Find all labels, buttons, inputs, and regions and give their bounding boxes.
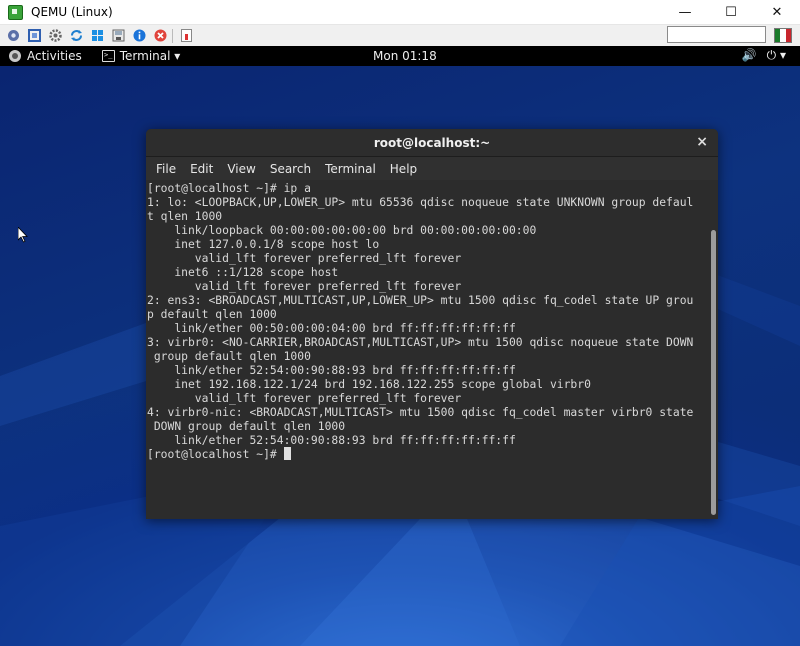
terminal-output[interactable]: [root@localhost ~]# ip a 1: lo: <LOOPBAC… <box>147 181 709 461</box>
terminal-line: valid_lft forever preferred_lft forever <box>147 279 462 293</box>
terminal-scrollbar[interactable] <box>711 230 716 515</box>
activities-icon <box>9 50 21 62</box>
refresh-icon[interactable] <box>68 28 84 44</box>
terminal-line: link/ether 00:50:00:00:04:00 brd ff:ff:f… <box>147 321 516 335</box>
maximize-button[interactable]: ☐ <box>708 0 754 24</box>
terminal-title: root@localhost:~ <box>373 135 491 150</box>
terminal-window[interactable]: root@localhost:~ × File Edit View Search… <box>146 129 718 519</box>
terminal-header[interactable]: root@localhost:~ × <box>146 129 718 157</box>
terminal-prompt: [root@localhost ~]# <box>147 447 284 461</box>
menu-file[interactable]: File <box>152 162 180 176</box>
app-menu-label: Terminal ▾ <box>119 49 181 63</box>
activities-button[interactable]: Activities <box>9 49 82 63</box>
system-tray[interactable]: 🔊 ⏻ ▾ <box>742 48 786 63</box>
menu-help[interactable]: Help <box>386 162 421 176</box>
terminal-line: link/loopback 00:00:00:00:00:00 brd 00:0… <box>147 223 537 237</box>
activities-label: Activities <box>27 49 82 63</box>
minimize-button[interactable]: — <box>662 0 708 24</box>
gear-icon[interactable] <box>47 28 63 44</box>
info-icon[interactable] <box>131 28 147 44</box>
window-title: QEMU (Linux) <box>31 5 113 19</box>
terminal-line: inet 127.0.0.1/8 scope host lo <box>147 237 380 251</box>
terminal-cursor <box>283 447 291 460</box>
mouse-pointer-icon <box>18 227 28 243</box>
terminal-line: inet 192.168.122.1/24 brd 192.168.122.25… <box>147 377 591 391</box>
guest-screen[interactable]: Activities >_ Terminal ▾ Mon 01:18 🔊 ⏻ ▾… <box>0 46 800 646</box>
screenshot-icon[interactable] <box>178 28 194 44</box>
terminal-line: valid_lft forever preferred_lft forever <box>147 251 462 265</box>
terminal-icon: >_ <box>101 50 115 62</box>
terminal-line: 3: virbr0: <NO-CARRIER,BROADCAST,MULTICA… <box>147 335 694 349</box>
terminal-line: t qlen 1000 <box>147 209 223 223</box>
menu-terminal[interactable]: Terminal <box>321 162 380 176</box>
menu-view[interactable]: View <box>223 162 259 176</box>
settings-icon[interactable] <box>5 28 21 44</box>
terminal-line: DOWN group default qlen 1000 <box>147 419 346 433</box>
terminal-line: p default qlen 1000 <box>147 307 277 321</box>
windows-icon[interactable] <box>89 28 105 44</box>
terminal-body[interactable]: [root@localhost ~]# ip a 1: lo: <LOOPBAC… <box>146 180 718 519</box>
terminal-line: 2: ens3: <BROADCAST,MULTICAST,UP,LOWER_U… <box>147 293 694 307</box>
volume-icon[interactable]: 🔊 <box>742 48 757 63</box>
disk-icon[interactable] <box>110 28 126 44</box>
gnome-top-bar: Activities >_ Terminal ▾ Mon 01:18 🔊 ⏻ ▾ <box>0 46 800 66</box>
terminal-menubar: File Edit View Search Terminal Help <box>146 157 718 180</box>
stop-icon[interactable] <box>152 28 168 44</box>
menu-edit[interactable]: Edit <box>186 162 217 176</box>
power-icon[interactable]: ⏻ ▾ <box>767 48 786 63</box>
close-button[interactable]: ✕ <box>754 0 800 24</box>
app-menu-terminal[interactable]: >_ Terminal ▾ <box>101 49 181 63</box>
terminal-line: link/ether 52:54:00:90:88:93 brd ff:ff:f… <box>147 433 516 447</box>
terminal-line: 1: lo: <LOOPBACK,UP,LOWER_UP> mtu 65536 … <box>147 195 694 209</box>
terminal-line: group default qlen 1000 <box>147 349 311 363</box>
fullscreen-icon[interactable] <box>26 28 42 44</box>
qemu-title-bar: QEMU (Linux) — ☐ ✕ <box>0 0 800 25</box>
terminal-close-button[interactable]: × <box>696 134 708 150</box>
toolbar-separator <box>172 28 173 43</box>
terminal-line: link/ether 52:54:00:90:88:93 brd ff:ff:f… <box>147 363 516 377</box>
terminal-line: [root@localhost ~]# ip a <box>147 181 311 195</box>
menu-search[interactable]: Search <box>266 162 315 176</box>
toolbar-search-input[interactable] <box>667 26 766 43</box>
qemu-toolbar <box>0 25 800 47</box>
clock[interactable]: Mon 01:18 <box>373 49 437 63</box>
flag-icon[interactable] <box>774 28 792 43</box>
terminal-line: valid_lft forever preferred_lft forever <box>147 391 462 405</box>
qemu-app-icon <box>8 4 23 20</box>
terminal-line: inet6 ::1/128 scope host <box>147 265 339 279</box>
terminal-line: 4: virbr0-nic: <BROADCAST,MULTICAST> mtu… <box>147 405 694 419</box>
